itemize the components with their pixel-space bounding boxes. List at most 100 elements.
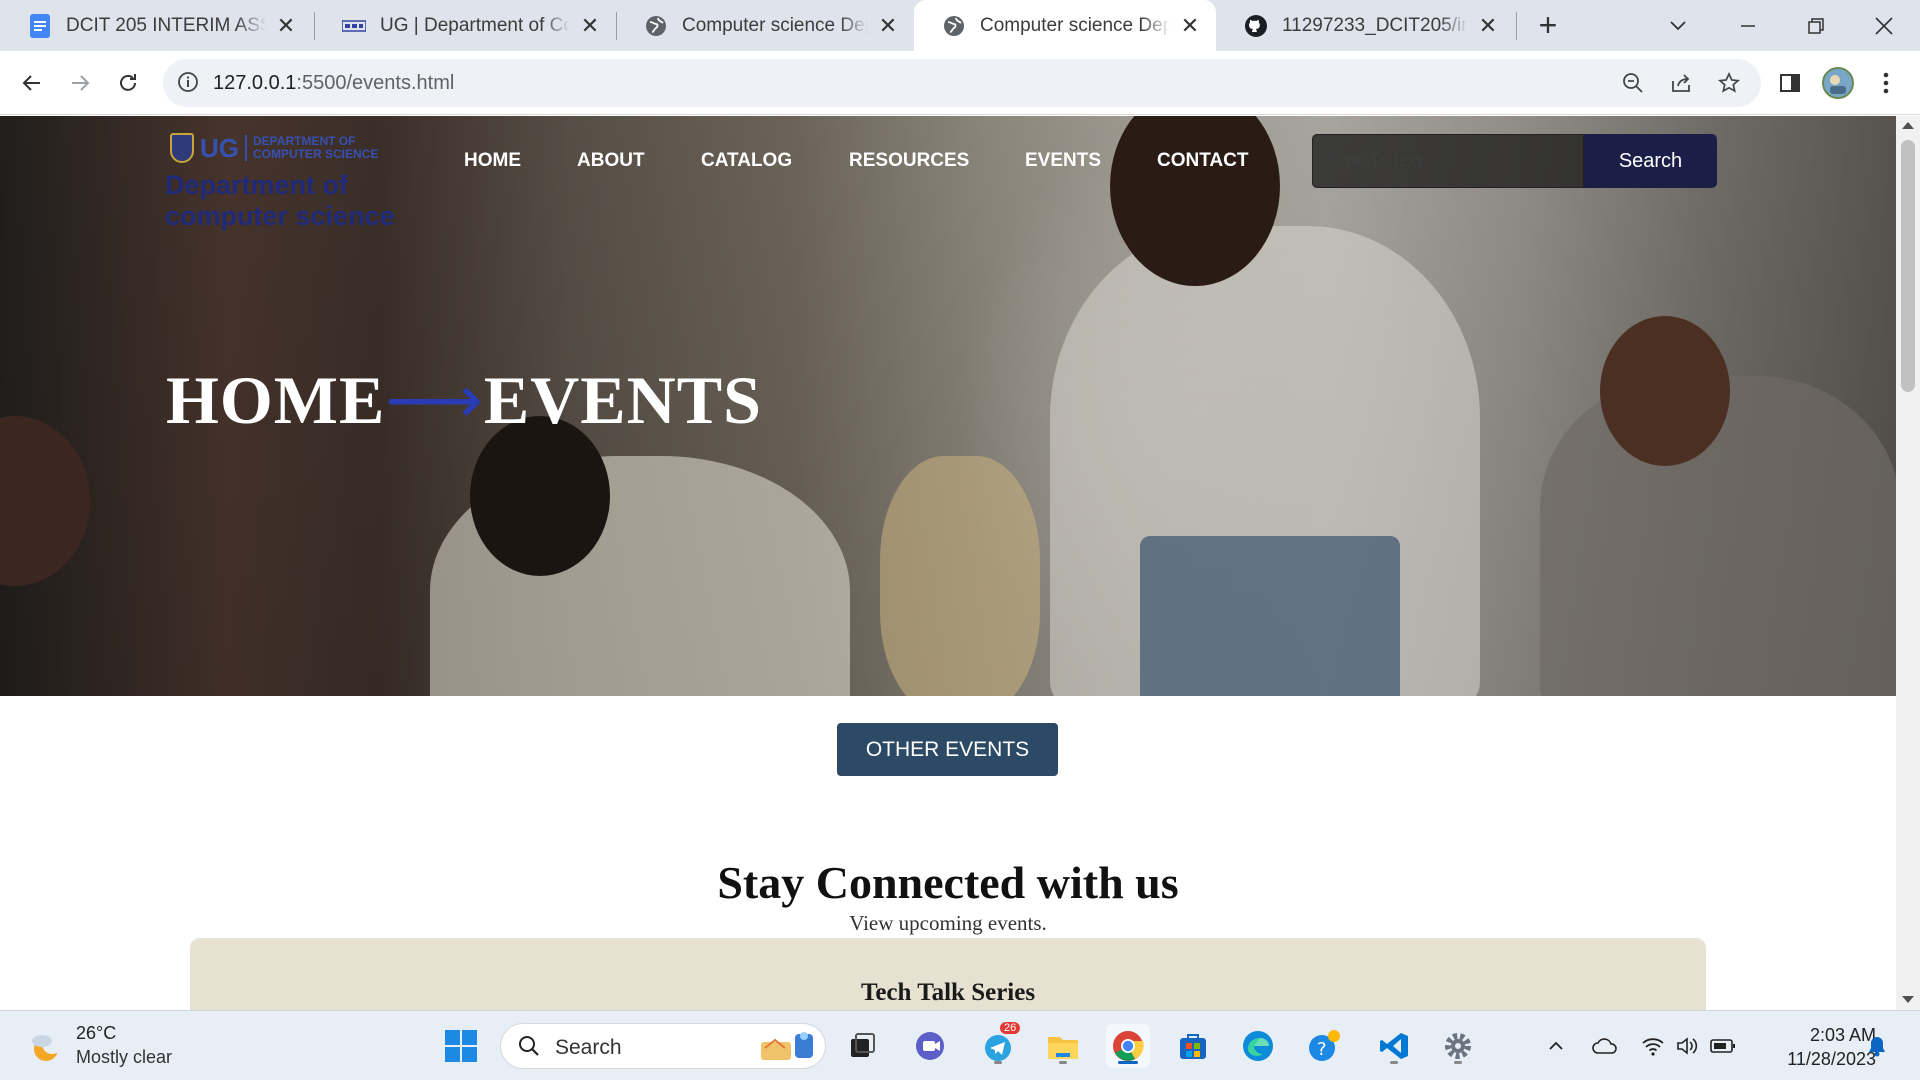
onedrive-cloud-icon[interactable]: [1592, 1033, 1618, 1059]
address-bar[interactable]: 127.0.0.1:5500/events.html: [163, 59, 1761, 107]
tab-title: 11297233_DCIT205/images: [1282, 14, 1468, 36]
nav-link-resources[interactable]: RESOURCES: [849, 150, 969, 172]
site-search-input[interactable]: [1312, 134, 1584, 188]
taskbar-clock[interactable]: 2:03 AM 11/28/2023: [1760, 1023, 1876, 1071]
battery-icon[interactable]: [1710, 1033, 1736, 1059]
close-tab-icon[interactable]: ✕: [1178, 13, 1202, 38]
section-subtitle: View upcoming events.: [849, 911, 1047, 935]
hero-photo-figure: [470, 416, 610, 576]
browser-tab-github[interactable]: 11297233_DCIT205/images ✕: [1216, 0, 1514, 51]
settings-gear-icon[interactable]: [1436, 1024, 1480, 1068]
profile-avatar[interactable]: [1820, 65, 1856, 101]
browser-tab-cs-active[interactable]: Computer science Department ✕: [914, 0, 1216, 51]
browser-tab-docs[interactable]: DCIT 205 INTERIM ASSESSMENT ✕: [0, 0, 312, 51]
page-scrollbar[interactable]: [1896, 116, 1920, 1010]
hero-breadcrumb-title: HOME⟶EVENTS: [166, 361, 762, 440]
microsoft-store-icon[interactable]: [1171, 1024, 1215, 1068]
docs-icon: [28, 13, 52, 38]
chrome-icon[interactable]: [1106, 1024, 1150, 1068]
close-tab-icon[interactable]: ✕: [274, 13, 298, 38]
hero-photo-figure: [1140, 536, 1400, 696]
tab-title: DCIT 205 INTERIM ASSESSMENT: [66, 14, 266, 36]
telegram-badge: 26: [1000, 1022, 1021, 1034]
minimize-window-icon[interactable]: [1730, 8, 1766, 44]
hero-photo-figure: [1600, 316, 1730, 466]
windows-start-icon[interactable]: [439, 1024, 483, 1068]
close-tab-icon[interactable]: ✕: [876, 13, 900, 38]
scroll-down-arrow-icon[interactable]: [1902, 996, 1914, 1003]
nav-link-home[interactable]: HOME: [464, 150, 521, 172]
wifi-icon[interactable]: [1640, 1033, 1666, 1059]
nav-link-about[interactable]: ABOUT: [577, 150, 645, 172]
forward-arrow-icon[interactable]: [62, 65, 98, 101]
crumb-arrow-icon: ⟶: [385, 362, 484, 438]
site-search-button[interactable]: Search: [1584, 134, 1717, 188]
side-panel-icon[interactable]: [1772, 65, 1808, 101]
volume-icon[interactable]: [1674, 1033, 1700, 1059]
hero-photo-figure: [0, 416, 90, 586]
file-explorer-icon[interactable]: [1041, 1024, 1085, 1068]
scroll-up-arrow-icon[interactable]: [1902, 122, 1914, 129]
site-info-icon[interactable]: [177, 71, 201, 95]
ug-crest-icon: [170, 133, 194, 163]
browser-tab-strip: DCIT 205 INTERIM ASSESSMENT ✕ UG | Depar…: [0, 0, 1920, 51]
search-highlight-icon: [759, 1028, 819, 1069]
search-icon: [517, 1034, 541, 1063]
brand-tagline: Department of computer science: [165, 170, 395, 231]
tray-overflow-chevron-icon[interactable]: [1543, 1033, 1569, 1059]
tab-separator: [1516, 12, 1517, 40]
tab-title: UG | Department of Computer Science: [380, 14, 570, 36]
crumb-home[interactable]: HOME: [166, 362, 385, 438]
site-brand[interactable]: UG DEPARTMENT OF COMPUTER SCIENCE Departm…: [165, 132, 395, 232]
help-app-icon[interactable]: ?: [1302, 1024, 1346, 1068]
share-icon[interactable]: [1663, 65, 1699, 101]
task-view-icon[interactable]: [840, 1024, 884, 1068]
tab-title: Computer science Department: [682, 14, 868, 36]
clock-date: 11/28/2023: [1787, 1049, 1876, 1069]
ug-logo: UG DEPARTMENT OF COMPUTER SCIENCE: [170, 132, 395, 164]
new-tab-button[interactable]: +: [1532, 9, 1564, 42]
vscode-icon[interactable]: [1372, 1024, 1416, 1068]
ug-site-icon: [342, 14, 366, 38]
weather-desc[interactable]: Mostly clear: [76, 1047, 172, 1068]
hero-banner: UG DEPARTMENT OF COMPUTER SCIENCE Departm…: [0, 116, 1896, 696]
crumb-current: EVENTS: [483, 362, 762, 438]
nav-link-catalog[interactable]: CATALOG: [701, 150, 792, 172]
address-url: 127.0.0.1:5500/events.html: [213, 72, 455, 94]
teams-chat-icon[interactable]: [908, 1024, 952, 1068]
back-arrow-icon[interactable]: [14, 65, 50, 101]
svg-text:?: ?: [1317, 1039, 1327, 1060]
nav-link-events[interactable]: EVENTS: [1025, 150, 1101, 172]
close-window-icon[interactable]: [1866, 8, 1902, 44]
edge-icon[interactable]: [1236, 1024, 1280, 1068]
globe-icon: [644, 14, 668, 38]
tab-title: Computer science Department: [980, 14, 1170, 36]
taskbar-search-box[interactable]: Search: [500, 1023, 826, 1069]
windows-taskbar: 26°C Mostly clear Search 26 ? 2:03 AM 11…: [0, 1010, 1920, 1080]
event-card-title: Tech Talk Series: [860, 979, 1036, 1006]
section-title: Stay Connected with us: [717, 857, 1179, 908]
reload-icon[interactable]: [110, 65, 146, 101]
zoom-icon[interactable]: [1615, 65, 1651, 101]
browser-tab-cs-1[interactable]: Computer science Department ✕: [616, 0, 914, 51]
nav-link-contact[interactable]: CONTACT: [1157, 150, 1248, 172]
weather-moon-cloud-icon[interactable]: [28, 1029, 62, 1063]
weather-temp[interactable]: 26°C: [76, 1023, 116, 1044]
github-icon: [1244, 14, 1268, 38]
clock-time: 2:03 AM: [1809, 1025, 1876, 1045]
bookmark-star-icon[interactable]: [1711, 65, 1747, 101]
hero-photo-figure: [880, 456, 1040, 696]
page-viewport: UG DEPARTMENT OF COMPUTER SCIENCE Departm…: [0, 116, 1896, 1010]
close-tab-icon[interactable]: ✕: [578, 13, 602, 38]
globe-icon: [942, 14, 966, 38]
browser-toolbar: 127.0.0.1:5500/events.html: [0, 51, 1920, 115]
telegram-icon[interactable]: 26: [976, 1022, 1021, 1068]
notification-bell-icon[interactable]: [1864, 1033, 1890, 1059]
tab-search-chevron-icon[interactable]: [1660, 8, 1696, 44]
browser-tab-ug[interactable]: UG | Department of Computer Science ✕: [314, 0, 616, 51]
restore-window-icon[interactable]: [1798, 8, 1834, 44]
scrollbar-thumb[interactable]: [1901, 140, 1915, 392]
close-tab-icon[interactable]: ✕: [1476, 13, 1500, 38]
other-events-button[interactable]: OTHER EVENTS: [837, 723, 1058, 776]
browser-menu-icon[interactable]: [1868, 65, 1904, 101]
